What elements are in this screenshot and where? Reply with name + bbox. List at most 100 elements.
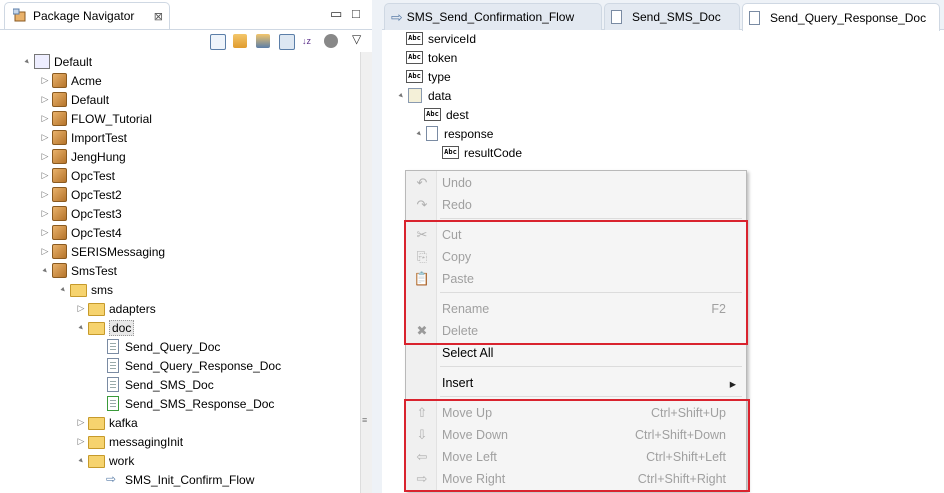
run-icon[interactable] (324, 34, 338, 48)
tree-item[interactable]: ▲ sms (58, 280, 113, 299)
maximize-icon[interactable]: □ (352, 6, 360, 21)
close-icon[interactable]: ⊠ (154, 10, 163, 23)
abc-field-icon: Abc (424, 108, 441, 121)
collapsed-arrow-icon[interactable]: ▷ (40, 170, 50, 181)
tree-item[interactable]: ▷ OpcTest (40, 166, 115, 185)
expanded-arrow-icon[interactable]: ▲ (413, 127, 425, 139)
editor-tab[interactable]: Send_SMS_Doc (604, 3, 740, 30)
menu-item-redo[interactable]: ↷ Redo (406, 194, 746, 216)
tree-item-label: FLOW_Tutorial (71, 111, 152, 126)
collapsed-arrow-icon[interactable]: ▷ (76, 417, 86, 428)
document-modified-icon (107, 396, 119, 411)
collapsed-arrow-icon[interactable]: ▷ (76, 303, 86, 314)
scrollbar-grip-icon[interactable]: ≡ (362, 415, 370, 425)
expanded-arrow-icon[interactable]: ▲ (395, 89, 407, 101)
tree-item-label: JengHung (71, 149, 126, 164)
filter-icon[interactable] (279, 34, 295, 50)
collapsed-arrow-icon[interactable]: ▷ (40, 208, 50, 219)
sync-icon[interactable] (256, 34, 270, 48)
menu-item-label: Redo (442, 198, 472, 212)
tree-item[interactable]: Send_Query_Doc (94, 337, 220, 356)
abc-field-icon: Abc (406, 70, 423, 83)
expanded-arrow-icon[interactable]: ▲ (39, 264, 51, 276)
collapsed-arrow-icon[interactable]: ▷ (40, 189, 50, 200)
flow-icon: ⇨ (106, 472, 117, 486)
tree-item[interactable]: Send_Query_Response_Doc (94, 356, 281, 375)
menu-icon-spacer (414, 375, 430, 391)
tree-item[interactable]: ▷ messagingInit (76, 432, 183, 451)
tree-item[interactable]: ▲ SmsTest (40, 261, 117, 280)
submenu-arrow-icon: ▸ (729, 376, 736, 391)
tree-item[interactable]: ▷ FLOW_Tutorial (40, 109, 152, 128)
tree-item[interactable]: ▷ ImportTest (40, 128, 127, 147)
folder-icon (88, 455, 105, 468)
tree-item[interactable]: ▷ OpcTest2 (40, 185, 122, 204)
tree-item[interactable]: ▷ kafka (76, 413, 138, 432)
tab-label: Package Navigator (33, 9, 135, 23)
package-icon (52, 92, 67, 107)
highlight-box (404, 399, 750, 492)
tree-item[interactable]: ▲ doc (75, 318, 135, 337)
tab-package-navigator[interactable]: Package Navigator ⊠ (4, 2, 170, 29)
tree-item[interactable]: Send_SMS_Doc (94, 375, 214, 394)
root-icon (34, 54, 50, 69)
tree-item-label: ImportTest (71, 130, 128, 145)
view-menu-icon[interactable]: ▽ (352, 32, 361, 46)
tree-item[interactable]: ▲ work (76, 451, 134, 470)
sort-az-icon[interactable]: ↓z (302, 34, 316, 48)
menu-item-insert[interactable]: Insert ▸ (406, 372, 746, 394)
tree-item[interactable]: Send_SMS_Response_Doc (94, 394, 274, 413)
expanded-arrow-icon[interactable]: ▲ (75, 321, 87, 333)
abc-field-icon: Abc (442, 146, 459, 159)
field-item[interactable]: ▲ response (414, 124, 493, 143)
collapsed-arrow-icon[interactable]: ▷ (40, 246, 50, 257)
tree-item-label: Send_Query_Doc (125, 339, 221, 354)
field-item[interactable]: ▲ data (396, 86, 451, 105)
tree-item-label: SMS_Init_Confirm_Flow (125, 472, 255, 487)
tree-item[interactable]: ▲ Default (22, 52, 92, 71)
menu-item-undo[interactable]: ↶ Undo (406, 172, 746, 194)
collapsed-arrow-icon[interactable]: ▷ (40, 227, 50, 238)
editor-tab-label: SMS_Send_Confirmation_Flow (406, 10, 575, 24)
expanded-arrow-icon[interactable]: ▲ (75, 454, 87, 466)
package-icon (52, 206, 67, 221)
collapsed-arrow-icon[interactable]: ▷ (40, 75, 50, 86)
menu-item-label: Undo (442, 176, 472, 190)
tree-item[interactable]: ▷ OpcTest4 (40, 223, 122, 242)
collapsed-arrow-icon[interactable]: ▷ (76, 436, 86, 447)
editor-tab[interactable]: ⇨ SMS_Send_Confirmation_Flow (384, 3, 602, 30)
tree-item[interactable]: ▷ Acme (40, 71, 102, 90)
package-navigator-tabbar: Package Navigator ⊠ ▭ □ (0, 0, 372, 30)
tree-item[interactable]: ▷ JengHung (40, 147, 126, 166)
package-icon (52, 130, 67, 145)
editor-tab[interactable]: Send_Query_Response_Doc (742, 3, 940, 31)
minimize-icon[interactable]: ▭ (330, 6, 342, 22)
tree-item[interactable]: ⇨ SMS_Init_Confirm_Flow (94, 470, 254, 489)
field-item[interactable]: Abc resultCode (432, 143, 522, 162)
collapse-all-icon[interactable] (210, 34, 226, 50)
field-item[interactable]: Abc serviceId (396, 29, 476, 48)
abc-field-icon: Abc (406, 51, 423, 64)
menu-item-select-all[interactable]: Select All (406, 342, 746, 364)
collapsed-arrow-icon[interactable]: ▷ (40, 94, 50, 105)
field-label: data (428, 88, 452, 103)
field-item[interactable]: Abc dest (414, 105, 469, 124)
flow-icon: ⇨ (391, 8, 403, 25)
editor-tab-label: Send_SMS_Doc (632, 10, 721, 24)
expanded-arrow-icon[interactable]: ▲ (57, 283, 69, 295)
field-item[interactable]: Abc token (396, 48, 457, 67)
collapsed-arrow-icon[interactable]: ▷ (40, 151, 50, 162)
tree-item[interactable]: ▷ SERISMessaging (40, 242, 165, 261)
field-item[interactable]: Abc type (396, 67, 451, 86)
collapsed-arrow-icon[interactable]: ▷ (40, 132, 50, 143)
link-with-editor-icon[interactable] (233, 34, 247, 48)
tree-item[interactable]: ▷ Default (40, 90, 109, 109)
folder-icon (88, 303, 105, 316)
expanded-arrow-icon[interactable]: ▲ (21, 55, 33, 67)
panel-divider[interactable] (372, 0, 382, 493)
tree-item[interactable]: ▷ OpcTest3 (40, 204, 122, 223)
tree-item[interactable]: ▷ adapters (76, 299, 156, 318)
field-label: serviceId (428, 31, 477, 46)
field-label: token (428, 50, 458, 65)
collapsed-arrow-icon[interactable]: ▷ (40, 113, 50, 124)
